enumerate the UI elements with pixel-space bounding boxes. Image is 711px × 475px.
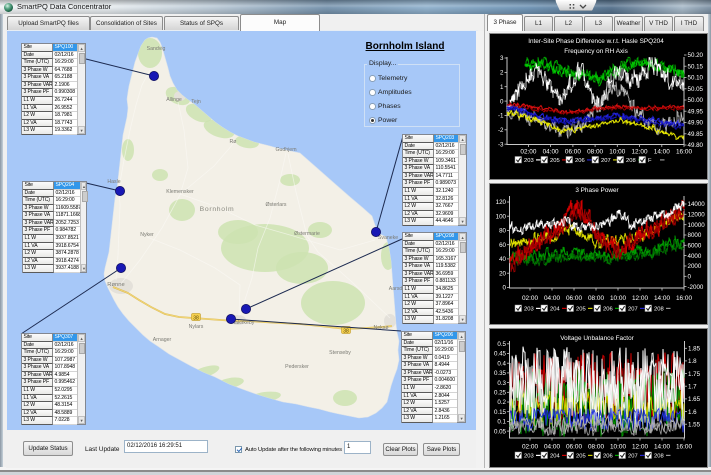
- svg-text:204: 204: [550, 307, 560, 313]
- svg-text:4000: 4000: [688, 253, 702, 260]
- svg-text:10:00: 10:00: [609, 149, 625, 156]
- svg-text:2000: 2000: [688, 263, 702, 270]
- svg-text:0.25: 0.25: [494, 390, 507, 397]
- svg-text:1.85: 1.85: [688, 346, 701, 353]
- svg-text:04:00: 04:00: [543, 149, 559, 156]
- svg-text:02:00: 02:00: [522, 444, 538, 451]
- svg-text:207: 207: [628, 454, 638, 460]
- svg-text:10:00: 10:00: [610, 295, 626, 302]
- svg-text:2: 2: [500, 70, 504, 77]
- svg-text:50.20: 50.20: [688, 52, 704, 59]
- svg-text:0.2: 0.2: [497, 399, 506, 406]
- svg-text:208: 208: [654, 307, 664, 313]
- svg-text:02:00: 02:00: [522, 295, 538, 302]
- svg-text:Inter-Site Phase Difference w.: Inter-Site Phase Difference w.r.t. Hasle…: [528, 38, 664, 45]
- svg-text:Frequency on RH Axis: Frequency on RH Axis: [564, 48, 628, 55]
- svg-text:08:00: 08:00: [588, 444, 604, 451]
- svg-text:8000: 8000: [688, 232, 702, 239]
- svg-text:-2: -2: [498, 127, 504, 134]
- svg-text:207: 207: [601, 158, 611, 164]
- svg-text:1.55: 1.55: [688, 421, 701, 428]
- svg-text:100: 100: [496, 213, 507, 220]
- svg-text:F: F: [648, 158, 652, 164]
- svg-text:0.1: 0.1: [497, 419, 506, 426]
- svg-text:14:00: 14:00: [654, 295, 670, 302]
- svg-text:16:00: 16:00: [676, 444, 692, 451]
- svg-text:06:00: 06:00: [565, 149, 581, 156]
- svg-text:1.65: 1.65: [688, 396, 701, 403]
- svg-text:203: 203: [524, 158, 534, 164]
- svg-text:0.3: 0.3: [497, 380, 506, 387]
- svg-text:80: 80: [499, 228, 506, 235]
- svg-text:0.4: 0.4: [497, 360, 506, 367]
- svg-text:10000: 10000: [688, 222, 706, 229]
- svg-text:20: 20: [499, 270, 506, 277]
- svg-text:0.35: 0.35: [494, 370, 507, 377]
- svg-text:50.15: 50.15: [688, 64, 704, 71]
- svg-text:50.00: 50.00: [688, 97, 704, 104]
- svg-text:04:00: 04:00: [544, 444, 560, 451]
- svg-text:49.95: 49.95: [688, 109, 704, 116]
- svg-text:-1: -1: [498, 113, 504, 120]
- svg-text:208: 208: [626, 158, 636, 164]
- svg-text:1.75: 1.75: [688, 371, 701, 378]
- svg-text:14000: 14000: [688, 201, 706, 208]
- svg-text:6000: 6000: [688, 243, 702, 250]
- svg-text:06:00: 06:00: [566, 444, 582, 451]
- svg-text:-3: -3: [498, 141, 504, 148]
- svg-text:3: 3: [500, 55, 504, 62]
- svg-text:-2000: -2000: [688, 284, 704, 291]
- svg-text:206: 206: [575, 158, 585, 164]
- svg-text:0: 0: [503, 285, 507, 292]
- svg-text:14:00: 14:00: [654, 444, 670, 451]
- svg-text:50.10: 50.10: [688, 75, 704, 82]
- svg-text:0: 0: [500, 98, 504, 105]
- svg-text:04:00: 04:00: [544, 295, 560, 302]
- svg-text:49.90: 49.90: [688, 120, 704, 127]
- svg-text:1.8: 1.8: [688, 358, 697, 365]
- svg-text:40: 40: [499, 256, 506, 263]
- svg-text:60: 60: [499, 242, 506, 249]
- svg-text:208: 208: [654, 454, 664, 460]
- svg-text:207: 207: [628, 307, 638, 313]
- svg-text:06:00: 06:00: [566, 295, 582, 302]
- svg-text:12:00: 12:00: [632, 444, 648, 451]
- svg-text:08:00: 08:00: [587, 149, 603, 156]
- svg-text:49.85: 49.85: [688, 131, 704, 138]
- svg-text:120: 120: [496, 199, 507, 206]
- svg-text:205: 205: [576, 307, 586, 313]
- svg-text:10:00: 10:00: [610, 444, 626, 451]
- svg-text:0.05: 0.05: [494, 428, 507, 435]
- svg-text:12:00: 12:00: [632, 149, 648, 156]
- svg-text:203: 203: [524, 307, 534, 313]
- svg-text:0: 0: [688, 274, 692, 281]
- svg-text:Voltage Unbalance Factor: Voltage Unbalance Factor: [560, 335, 634, 342]
- svg-text:12:00: 12:00: [632, 295, 648, 302]
- svg-text:16:00: 16:00: [676, 295, 692, 302]
- svg-text:205: 205: [550, 158, 560, 164]
- svg-text:206: 206: [603, 454, 613, 460]
- svg-text:204: 204: [550, 454, 560, 460]
- svg-text:16:00: 16:00: [676, 149, 692, 156]
- svg-text:203: 203: [524, 454, 534, 460]
- svg-text:02:00: 02:00: [520, 149, 536, 156]
- svg-text:0.15: 0.15: [494, 409, 507, 416]
- svg-text:1.7: 1.7: [688, 383, 697, 390]
- svg-text:14:00: 14:00: [654, 149, 670, 156]
- svg-text:206: 206: [603, 307, 613, 313]
- svg-text:1.6: 1.6: [688, 409, 697, 416]
- svg-text:3 Phase Power: 3 Phase Power: [575, 187, 619, 194]
- svg-text:50.05: 50.05: [688, 86, 704, 93]
- svg-text:08:00: 08:00: [588, 295, 604, 302]
- svg-text:1: 1: [500, 84, 504, 91]
- svg-text:205: 205: [576, 454, 586, 460]
- svg-text:0.45: 0.45: [494, 351, 507, 358]
- svg-text:0.5: 0.5: [497, 341, 506, 348]
- svg-text:12000: 12000: [688, 212, 706, 219]
